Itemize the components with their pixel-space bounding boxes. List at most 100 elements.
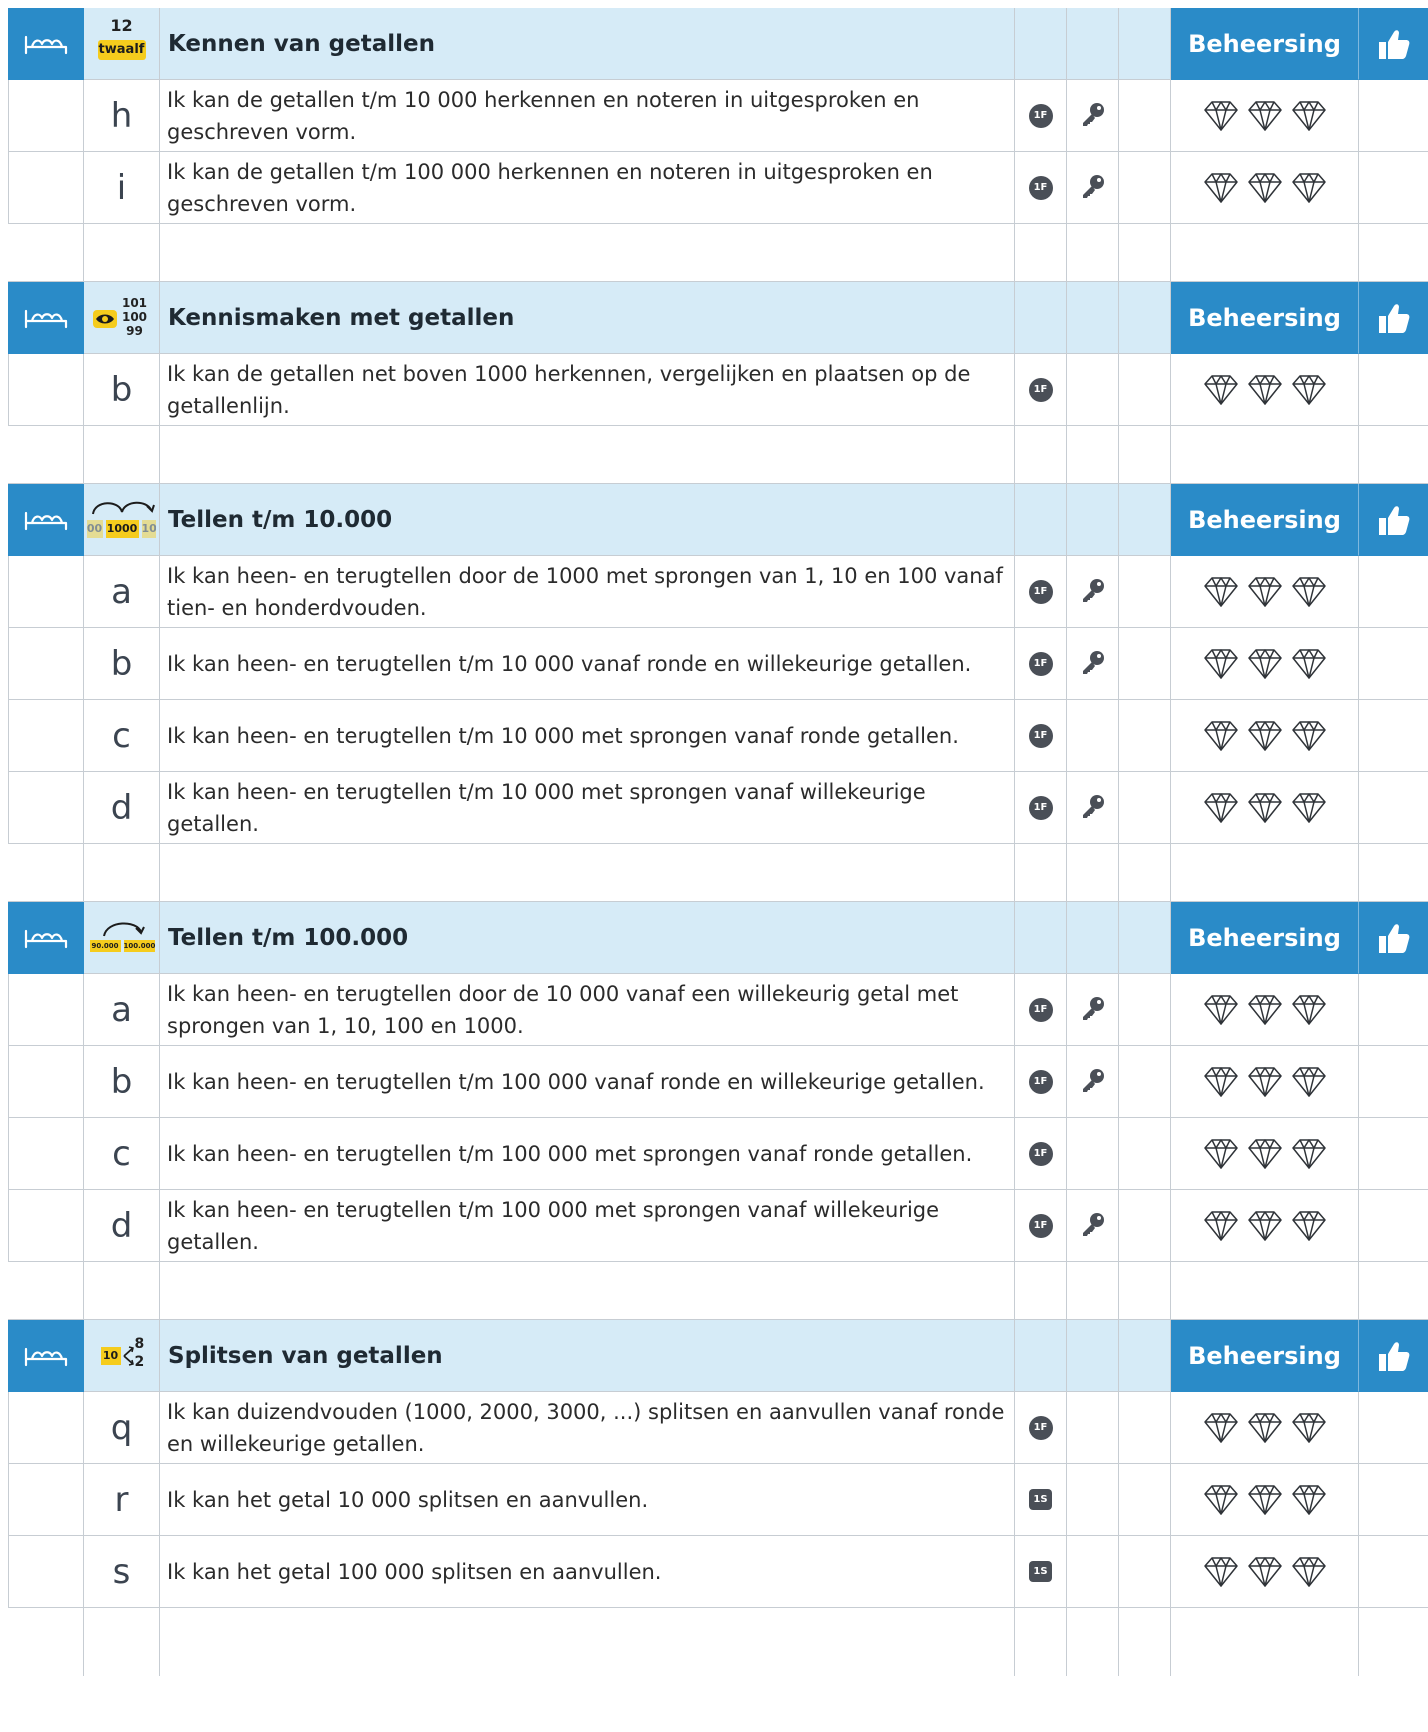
spacer-row xyxy=(8,224,1428,282)
diamond-icon[interactable] xyxy=(1247,994,1283,1026)
diamond-icon[interactable] xyxy=(1203,1412,1239,1444)
thumbs-up-icon[interactable] xyxy=(1359,8,1428,80)
diamond-icon[interactable] xyxy=(1247,100,1283,132)
key-icon xyxy=(1079,648,1107,680)
thumbs-up-icon[interactable] xyxy=(1359,902,1428,974)
goal-letter: i xyxy=(84,152,160,224)
level-badge: 1F xyxy=(1028,723,1053,748)
diamond-icon[interactable] xyxy=(1247,720,1283,752)
diamond-icon[interactable] xyxy=(1291,648,1327,680)
diamond-icon[interactable] xyxy=(1247,374,1283,406)
diamond-icon[interactable] xyxy=(1247,1412,1283,1444)
header-empty-cell xyxy=(1015,8,1067,80)
diamond-icon[interactable] xyxy=(1203,1556,1239,1588)
key-cell xyxy=(1067,152,1119,224)
spacer-cell xyxy=(1359,1608,1428,1676)
row-empty-cell xyxy=(1119,354,1171,426)
icon-number: 12 xyxy=(110,15,133,35)
spacer-cell xyxy=(84,224,160,282)
spacer-cell xyxy=(1171,224,1359,282)
key-cell xyxy=(1067,1536,1119,1608)
diamond-icon[interactable] xyxy=(1291,1138,1327,1170)
spacer-cell xyxy=(1119,426,1171,484)
diamond-icon[interactable] xyxy=(1203,576,1239,608)
diamond-icon[interactable] xyxy=(1203,792,1239,824)
header-empty-cell xyxy=(1119,484,1171,556)
goal-row: c Ik kan heen- en terugtellen t/m 100 000… xyxy=(8,1118,1428,1190)
goal-row: a Ik kan heen- en terugtellen door de 10 … xyxy=(8,974,1428,1046)
diamond-icon[interactable] xyxy=(1247,576,1283,608)
spacer-cell xyxy=(1119,1262,1171,1320)
diamond-icon[interactable] xyxy=(1291,172,1327,204)
section-title: Splitsen van getallen xyxy=(160,1320,1015,1392)
diamond-icon[interactable] xyxy=(1291,994,1327,1026)
diamond-icon[interactable] xyxy=(1247,648,1283,680)
diamond-icon[interactable] xyxy=(1247,1138,1283,1170)
thumbs-up-icon[interactable] xyxy=(1359,1320,1428,1392)
bed-icon[interactable] xyxy=(8,1320,84,1392)
bed-icon[interactable] xyxy=(8,484,84,556)
diamond-icon[interactable] xyxy=(1291,1484,1327,1516)
diamond-icon[interactable] xyxy=(1203,1066,1239,1098)
section-title: Tellen t/m 10.000 xyxy=(160,484,1015,556)
key-icon xyxy=(1079,576,1107,608)
diamond-icon[interactable] xyxy=(1203,648,1239,680)
diamond-icon[interactable] xyxy=(1203,720,1239,752)
mastery-gems xyxy=(1171,354,1359,426)
row-empty-cell xyxy=(8,152,84,224)
goal-letter: r xyxy=(84,1464,160,1536)
diamond-icon[interactable] xyxy=(1291,1210,1327,1242)
diamond-icon[interactable] xyxy=(1247,1210,1283,1242)
row-empty-cell xyxy=(1359,354,1428,426)
diamond-icon[interactable] xyxy=(1291,100,1327,132)
diamond-icon[interactable] xyxy=(1203,1138,1239,1170)
row-empty-cell xyxy=(1359,152,1428,224)
bed-icon[interactable] xyxy=(8,282,84,354)
spacer-row xyxy=(8,426,1428,484)
row-empty-cell xyxy=(1119,700,1171,772)
diamond-icon[interactable] xyxy=(1291,576,1327,608)
diamond-icon[interactable] xyxy=(1291,374,1327,406)
diamond-icon[interactable] xyxy=(1247,1556,1283,1588)
diamond-icon[interactable] xyxy=(1203,374,1239,406)
diamond-icon[interactable] xyxy=(1291,1066,1327,1098)
section-header: 12 twaalf Kennen van getallen Beheersing xyxy=(8,8,1428,80)
bed-icon[interactable] xyxy=(8,902,84,974)
thumbs-up-icon[interactable] xyxy=(1359,282,1428,354)
diamond-icon[interactable] xyxy=(1247,792,1283,824)
diamond-icon[interactable] xyxy=(1247,1066,1283,1098)
icon-number: 8 xyxy=(134,1335,145,1352)
row-empty-cell xyxy=(8,1392,84,1464)
key-icon xyxy=(1079,1210,1107,1242)
row-empty-cell xyxy=(8,80,84,152)
header-empty-cell xyxy=(1067,8,1119,80)
bed-icon[interactable] xyxy=(8,8,84,80)
diamond-icon[interactable] xyxy=(1291,720,1327,752)
diamond-icon[interactable] xyxy=(1291,1556,1327,1588)
diamond-icon[interactable] xyxy=(1203,994,1239,1026)
key-icon xyxy=(1079,172,1107,204)
row-empty-cell xyxy=(1119,628,1171,700)
mastery-gems xyxy=(1171,152,1359,224)
diamond-icon[interactable] xyxy=(1203,172,1239,204)
diamond-icon[interactable] xyxy=(1203,100,1239,132)
goal-row: h Ik kan de getallen t/m 10 000 herkennen… xyxy=(8,80,1428,152)
diamond-icon[interactable] xyxy=(1247,1484,1283,1516)
row-empty-cell xyxy=(8,1190,84,1262)
row-empty-cell xyxy=(1359,1118,1428,1190)
row-empty-cell xyxy=(1119,1118,1171,1190)
key-cell xyxy=(1067,1046,1119,1118)
diamond-icon[interactable] xyxy=(1291,1412,1327,1444)
mastery-label: Beheersing xyxy=(1171,282,1359,354)
thumbs-up-icon[interactable] xyxy=(1359,484,1428,556)
goal-row: d Ik kan heen- en terugtellen t/m 10 000 … xyxy=(8,772,1428,844)
diamond-icon[interactable] xyxy=(1203,1484,1239,1516)
mastery-gems xyxy=(1171,80,1359,152)
header-empty-cell xyxy=(1015,902,1067,974)
diamond-icon[interactable] xyxy=(1291,792,1327,824)
diamond-icon[interactable] xyxy=(1203,1210,1239,1242)
goal-letter: d xyxy=(84,1190,160,1262)
row-empty-cell xyxy=(1119,1190,1171,1262)
diamond-icon[interactable] xyxy=(1247,172,1283,204)
level-badge-cell: 1F xyxy=(1015,1118,1067,1190)
